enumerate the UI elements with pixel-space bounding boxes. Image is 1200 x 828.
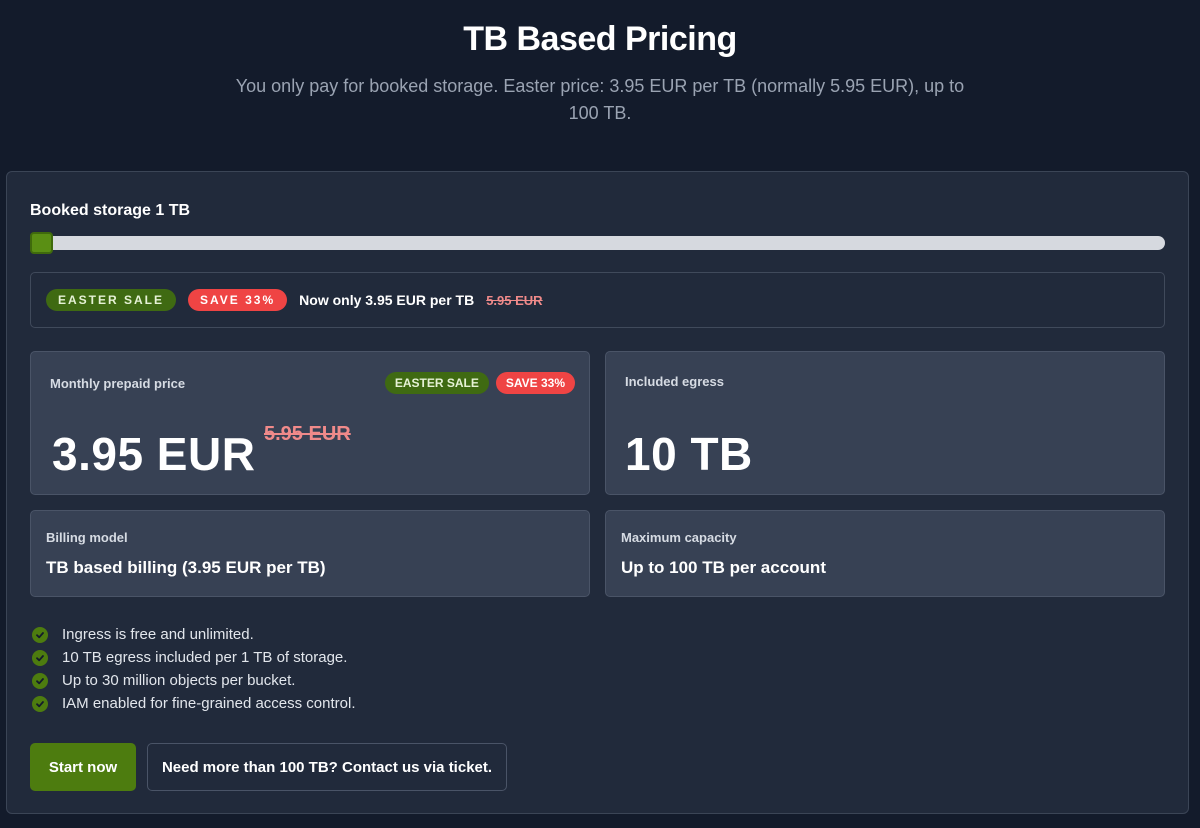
booked-storage-label: Booked storage 1 TB (30, 202, 191, 219)
feature-text: Up to 30 million objects per bucket. (62, 672, 296, 689)
feature-text: IAM enabled for fine-grained access cont… (62, 695, 356, 712)
page-title: TB Based Pricing (463, 20, 737, 58)
start-now-button[interactable]: Start now (30, 743, 136, 791)
maximum-capacity-label: Maximum capacity (621, 530, 737, 545)
billing-model-label: Billing model (46, 530, 128, 545)
feature-item: Up to 30 million objects per bucket. (32, 669, 356, 692)
check-icon (32, 672, 48, 689)
easter-sale-badge: EASTER SALE (384, 372, 489, 394)
check-icon (32, 649, 48, 666)
monthly-price-tile: Monthly prepaid price EASTER SALE SAVE 3… (30, 351, 590, 495)
billing-model-tile: Billing model TB based billing (3.95 EUR… (30, 510, 590, 597)
included-egress-tile: Included egress 10 TB (605, 351, 1165, 495)
feature-text: Ingress is free and unlimited. (62, 626, 254, 643)
included-egress-label: Included egress (625, 374, 724, 389)
feature-item: Ingress is free and unlimited. (32, 623, 356, 646)
feature-item: IAM enabled for fine-grained access cont… (32, 692, 356, 715)
contact-ticket-button[interactable]: Need more than 100 TB? Contact us via ti… (147, 743, 507, 791)
check-icon (32, 626, 48, 643)
price-badges: EASTER SALE SAVE 33% (384, 372, 575, 394)
included-egress-value: 10 TB (625, 428, 753, 480)
pricing-card: Booked storage 1 TB EASTER SALE SAVE 33%… (6, 171, 1189, 814)
sale-banner-text: Now only 3.95 EUR per TB (299, 292, 475, 308)
maximum-capacity-tile: Maximum capacity Up to 100 TB per accoun… (605, 510, 1165, 597)
storage-slider-track[interactable] (30, 236, 1165, 250)
feature-item: 10 TB egress included per 1 TB of storag… (32, 646, 356, 669)
monthly-price-label: Monthly prepaid price (50, 376, 186, 391)
billing-model-value: TB based billing (3.95 EUR per TB) (46, 558, 326, 577)
save-percent-badge: SAVE 33% (188, 289, 288, 311)
check-icon (32, 695, 48, 712)
feature-text: 10 TB egress included per 1 TB of storag… (62, 649, 348, 666)
monthly-price-value: 3.95 EUR (52, 428, 256, 480)
save-percent-badge: SAVE 33% (495, 372, 575, 394)
feature-list: Ingress is free and unlimited. 10 TB egr… (32, 623, 356, 715)
maximum-capacity-value: Up to 100 TB per account (621, 558, 826, 577)
storage-slider-handle[interactable] (30, 232, 53, 254)
sale-banner: EASTER SALE SAVE 33% Now only 3.95 EUR p… (30, 272, 1165, 328)
sale-banner-old-price: 5.95 EUR (486, 292, 543, 308)
easter-sale-badge: EASTER SALE (46, 289, 177, 311)
page-subtitle: You only pay for booked storage. Easter … (235, 76, 965, 123)
monthly-price-old-value: 5.95 EUR (264, 423, 351, 445)
